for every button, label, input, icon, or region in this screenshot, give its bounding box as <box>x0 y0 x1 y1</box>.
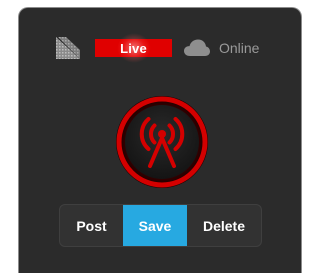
signal-strength-icon <box>56 37 80 59</box>
post-button[interactable]: Post <box>60 205 123 246</box>
broadcast-button[interactable] <box>114 94 210 190</box>
cloud-icon <box>184 39 210 56</box>
save-button[interactable]: Save <box>123 205 187 246</box>
delete-button[interactable]: Delete <box>187 205 261 246</box>
connection-status-label: Online <box>219 40 260 56</box>
live-status-label: Live <box>120 40 147 56</box>
action-button-group: Post Save Delete <box>59 204 262 247</box>
stream-control-panel: Live Online Post Save Delete <box>18 7 302 273</box>
live-status-badge: Live <box>95 33 172 63</box>
status-bar: Live Online <box>56 33 260 63</box>
